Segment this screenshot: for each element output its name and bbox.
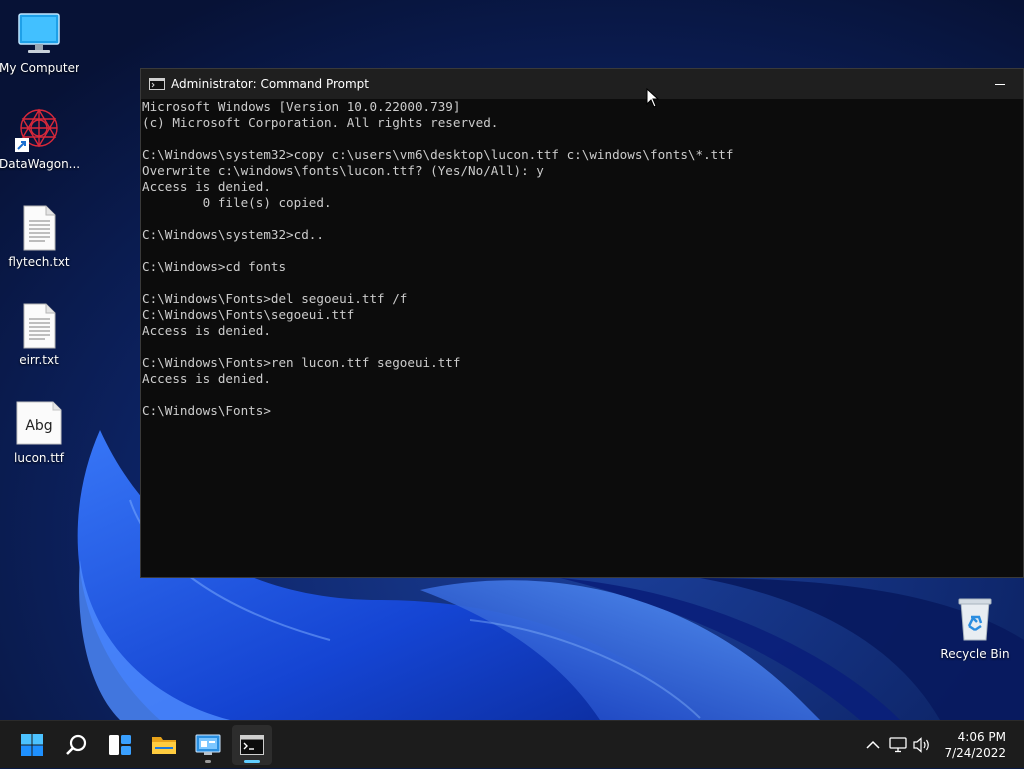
minimize-button[interactable] <box>977 69 1023 99</box>
volume-icon <box>913 737 929 753</box>
start-button[interactable] <box>12 725 52 765</box>
active-indicator <box>244 760 260 763</box>
console-line: (c) Microsoft Corporation. All rights re… <box>142 115 499 130</box>
font-file-icon: Abg <box>16 401 62 445</box>
show-hidden-icons-button[interactable] <box>860 740 886 750</box>
desktop-icon-lucon-ttf[interactable]: Abg lucon.ttf <box>0 400 79 465</box>
network-button[interactable] <box>886 737 910 753</box>
search-icon <box>66 734 87 755</box>
minimize-icon <box>995 84 1005 85</box>
desktop-icon-my-computer[interactable]: My Computer <box>0 10 79 75</box>
clock-time: 4:06 PM <box>957 730 1006 744</box>
window-title: Administrator: Command Prompt <box>171 77 369 91</box>
clock-date: 7/24/2022 <box>944 746 1006 760</box>
console-icon <box>149 78 165 90</box>
desktop-icon-label: Recycle Bin <box>940 647 1010 661</box>
mouse-pointer-icon <box>646 88 660 108</box>
console-line: Overwrite c:\windows\fonts\lucon.ttf? (Y… <box>142 163 544 178</box>
control-panel-button[interactable] <box>188 725 228 765</box>
desktop-icon-datawagon[interactable]: DataWagon... <box>0 106 79 171</box>
console-line: C:\Windows\Fonts> <box>142 403 271 418</box>
taskbar: 4:06 PM 7/24/2022 <box>0 720 1024 768</box>
text-file-icon <box>23 205 56 251</box>
widgets-icon <box>109 735 131 755</box>
recycle-bin-icon <box>958 598 992 641</box>
console-line: C:\Windows\system32>cd.. <box>142 227 324 242</box>
search-button[interactable] <box>56 725 96 765</box>
console-output[interactable]: Microsoft Windows [Version 10.0.22000.73… <box>141 99 1023 577</box>
chevron-up-icon <box>866 740 880 749</box>
window-titlebar[interactable]: Administrator: Command Prompt <box>141 69 1023 99</box>
desktop-icon-flytech-txt[interactable]: flytech.txt <box>0 204 79 269</box>
desktop-icon-eirr-txt[interactable]: eirr.txt <box>0 302 79 367</box>
console-line: Access is denied. <box>142 323 271 338</box>
desktop-icon-label: flytech.txt <box>8 255 70 269</box>
volume-button[interactable] <box>910 737 934 753</box>
taskbar-clock[interactable]: 4:06 PM 7/24/2022 <box>944 729 1006 761</box>
console-line: C:\Windows\Fonts>ren lucon.ttf segoeui.t… <box>142 355 461 370</box>
command-prompt-taskbar-button[interactable] <box>232 725 272 765</box>
console-line: C:\Windows\system32>copy c:\users\vm6\de… <box>142 147 734 162</box>
console-line: C:\Windows\Fonts>del segoeui.ttf /f <box>142 291 408 306</box>
console-line: Microsoft Windows [Version 10.0.22000.73… <box>142 99 461 114</box>
network-icon <box>889 737 907 753</box>
desktop-icon-label: DataWagon... <box>0 157 79 171</box>
text-file-icon <box>23 303 56 349</box>
console-line: Access is denied. <box>142 179 271 194</box>
monitor-icon <box>18 13 60 53</box>
desktop-icon-label: My Computer <box>0 61 79 75</box>
control-panel-icon <box>195 734 221 755</box>
console-icon <box>240 735 264 755</box>
desktop-icon-label: eirr.txt <box>19 353 59 367</box>
datawagon-logo-icon <box>15 108 58 152</box>
windows-start-icon <box>21 734 43 756</box>
desktop-icon-recycle-bin[interactable]: Recycle Bin <box>935 596 1015 661</box>
console-line: C:\Windows\Fonts\segoeui.ttf <box>142 307 355 322</box>
widgets-button[interactable] <box>100 725 140 765</box>
desktop-icon-label: lucon.ttf <box>14 451 64 465</box>
font-preview-text: Abg <box>25 418 52 434</box>
command-prompt-window[interactable]: Administrator: Command Prompt Microsoft … <box>140 68 1024 578</box>
file-explorer-button[interactable] <box>144 725 184 765</box>
folder-icon <box>152 737 176 754</box>
console-line: 0 file(s) copied. <box>142 195 332 210</box>
running-indicator <box>205 760 211 763</box>
system-tray <box>860 721 934 769</box>
console-line: C:\Windows>cd fonts <box>142 259 287 274</box>
console-line: Access is denied. <box>142 371 271 386</box>
